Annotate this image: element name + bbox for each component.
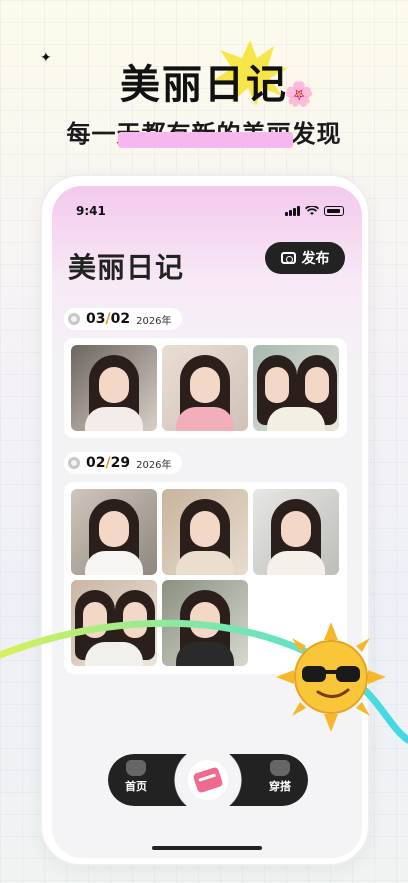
nav-item-outfit[interactable]: 穿搭 (258, 760, 302, 794)
camera-icon (280, 252, 296, 264)
home-cat-icon (126, 760, 146, 776)
wifi-icon (305, 206, 319, 215)
nav-item-home[interactable]: 首页 (114, 760, 158, 794)
nav-label-outfit: 穿搭 (269, 780, 291, 793)
photo-thumbnail[interactable] (253, 345, 339, 431)
date-chip: 03/02 2026年 (64, 308, 182, 330)
add-entry-button[interactable] (188, 760, 228, 800)
outfit-icon (270, 760, 290, 776)
status-time: 9:41 (76, 204, 106, 218)
photo-thumbnail[interactable] (253, 489, 339, 575)
timeline-dot-icon (68, 313, 80, 325)
date-year: 2026年 (136, 315, 172, 327)
sun-sunglasses-icon (276, 622, 386, 732)
publish-label: 发布 (301, 251, 330, 267)
title-highlight (118, 132, 293, 148)
add-entry-icon (192, 766, 224, 794)
home-indicator (152, 846, 262, 850)
page-title: 美丽日记 (68, 251, 185, 284)
phone-mockup: 9:41 美丽日记 发布 03/02 2026年 02/29 2026年 首页 … (40, 174, 370, 866)
photo-thumbnail[interactable] (162, 345, 248, 431)
date-year: 2026年 (136, 459, 172, 471)
date-chip: 02/29 2026年 (64, 452, 182, 474)
publish-button[interactable]: 发布 (265, 242, 345, 274)
signal-icon (285, 206, 300, 216)
battery-icon (324, 206, 344, 216)
hero-title: 美丽日记 (0, 52, 408, 148)
date-label: 03/02 (86, 311, 131, 327)
status-bar: 9:41 (76, 204, 344, 218)
photo-thumbnail[interactable] (71, 489, 157, 575)
photo-thumbnail[interactable] (162, 489, 248, 575)
photo-card (64, 338, 347, 438)
date-label: 02/29 (86, 455, 131, 471)
flower-icon: 🌸 (284, 80, 314, 108)
timeline-dot-icon (68, 457, 80, 469)
photo-thumbnail[interactable] (71, 345, 157, 431)
nav-label-home: 首页 (125, 780, 147, 793)
